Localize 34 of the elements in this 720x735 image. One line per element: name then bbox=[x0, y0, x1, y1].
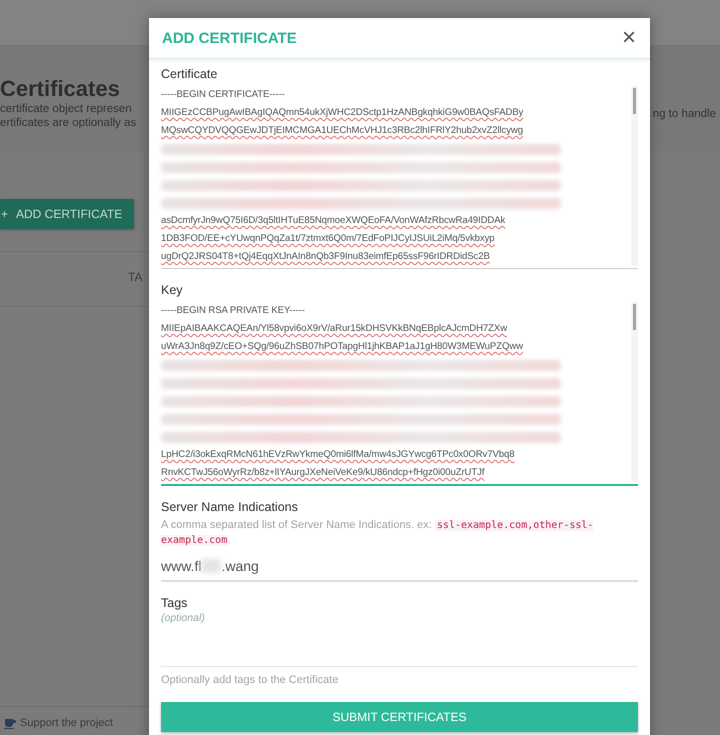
page-title: Certificates bbox=[0, 76, 121, 102]
input-field[interactable]: www.fl .wang bbox=[161, 548, 638, 582]
description-text: ng to handle bbox=[652, 108, 716, 122]
text-line: 1DB3FOD/EE+cYUwqnPQqZa1t/7ztmxt6Q0m/7EdFoPIJCyIJSUiL2iMq/5vkbxyp bbox=[161, 232, 496, 246]
column-header: TA bbox=[128, 270, 144, 284]
text-line: ugDrQ2JRS04T8+tQj4EqqXtJnAIn8nQb3F9Inu83eimfEp65ssF96rIDRDidSc2B bbox=[161, 250, 491, 264]
text-line: LpHC2/i3okExqRMcN61hEVzRwYkmeQ0mi6lfMa/mw4sJGYwcg6TPc0x0ORv7Vbq8 bbox=[161, 448, 516, 462]
optional-hint: (optional) bbox=[161, 612, 206, 624]
scrollbar[interactable] bbox=[633, 304, 636, 330]
text-line: MIIGEzCCBPugAwIBAgIQAQmn54ukXjWHC2DSctp1HzANBgkqhkiG9w0BAQsFADBy bbox=[161, 106, 524, 120]
help-text: Optionally add tags to the Certificate bbox=[161, 673, 340, 688]
text-line: -----BEGIN CERTIFICATE----- bbox=[161, 88, 286, 102]
modal-title: ADD CERTIFICATE bbox=[162, 30, 297, 46]
text-area[interactable] bbox=[161, 85, 638, 269]
help-text: A comma separated list of Server Name Indications. ex: ssl-example.com,other-ssl-example.com bbox=[161, 518, 594, 548]
text-line: MQswCQYDVQQGEwJDTjEIMCMGA1UEChMcVHJ1c3RBc2lhIFRlY2hub2xvZ2llcywg bbox=[161, 124, 524, 138]
description-text: ertificates are optionally as bbox=[0, 116, 136, 130]
field-label: Key bbox=[161, 283, 184, 297]
text-line: RnvKCTwJ56oWyrRz/b8z+lIYAurgJXeNeiVeKe9/kU86ndcp+fHgz0i00uZrUTJf bbox=[161, 466, 486, 480]
submit-button[interactable]: SUBMIT CERTIFICATES bbox=[161, 702, 638, 732]
add-certificate-button[interactable]: + ADD CERTIFICATE bbox=[0, 199, 134, 229]
text-line: uWrA3Jn8q9Z/cEO+SQg/96uZhSB07hPOTapgHl1jhKBAP1aJ1gH80W3MEWuPZQww bbox=[161, 340, 524, 354]
field-label: Certificate bbox=[161, 67, 218, 81]
description-text: certificate object represen bbox=[0, 102, 133, 116]
text-line: MIIEpAIBAAKCAQEAn/Yl58vpvi6oX9rV/aRur15kDHSVKkBNqEBplcAJcmDH7ZXw bbox=[161, 322, 508, 336]
field-label: Tags bbox=[161, 596, 188, 610]
cup-icon bbox=[4, 718, 16, 728]
text-line: asDcmfyrJn9wQ75I6D/3q5ltIHTuE85NqmoeXWQEoFA/VonWAfzRbcwRa49IDDAk bbox=[161, 214, 506, 228]
scrollbar[interactable] bbox=[633, 88, 636, 114]
text-line: -----BEGIN RSA PRIVATE KEY----- bbox=[161, 304, 306, 318]
field-label: Server Name Indications bbox=[161, 500, 299, 514]
support-link[interactable]: Support the project bbox=[20, 717, 113, 729]
text-area[interactable] bbox=[161, 301, 638, 486]
close-button[interactable]: × bbox=[622, 27, 636, 49]
